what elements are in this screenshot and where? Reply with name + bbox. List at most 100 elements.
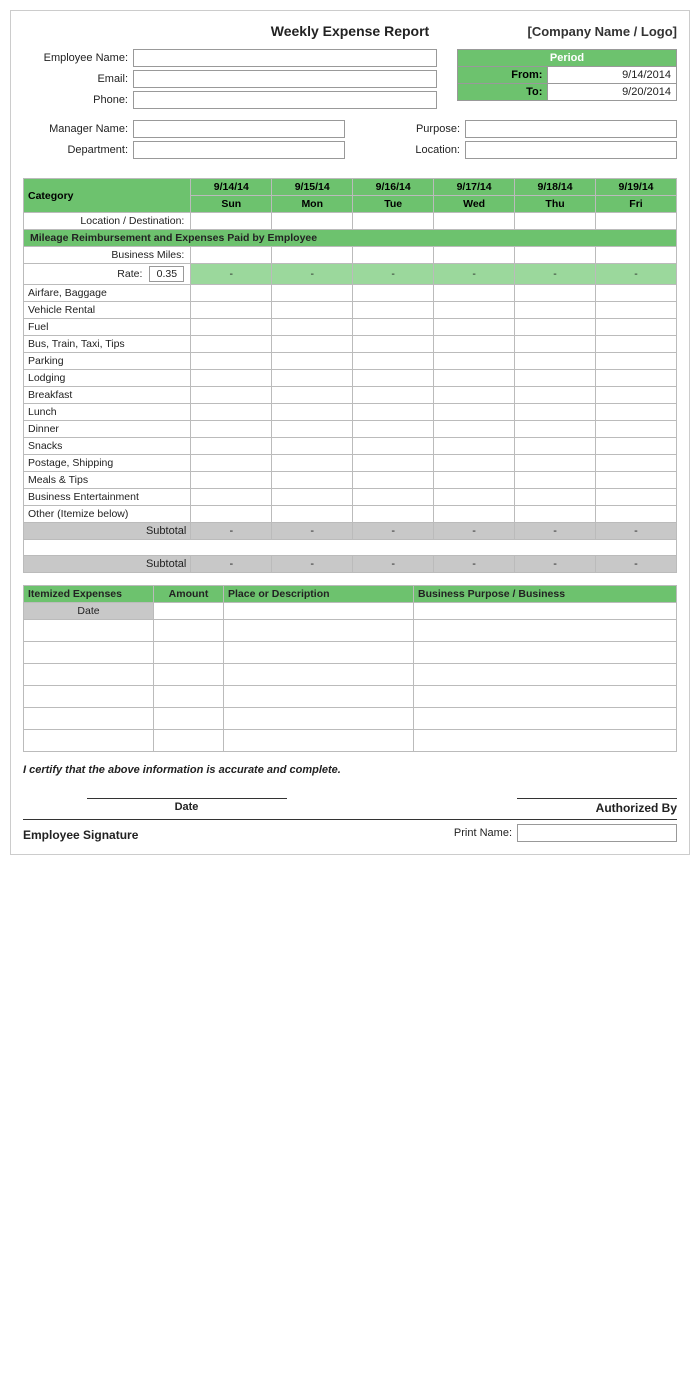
phone-input[interactable]	[133, 91, 437, 109]
rate-wed: -	[434, 264, 515, 285]
location-sun[interactable]	[191, 213, 272, 230]
signature-section: Employee Signature Print Name:	[23, 819, 677, 842]
certification-text: I certify that the above information is …	[23, 764, 677, 776]
item-date-4[interactable]	[24, 686, 154, 708]
item-date-3[interactable]	[24, 664, 154, 686]
item-purpose-5[interactable]	[414, 708, 677, 730]
rate-sun: -	[191, 264, 272, 285]
from-value: 9/14/2014	[548, 67, 677, 84]
item-place-6[interactable]	[224, 730, 414, 752]
period-header: Period	[458, 50, 677, 67]
subtotal-1-thu: -	[515, 523, 596, 540]
item-purpose-1[interactable]	[414, 620, 677, 642]
item-place-2[interactable]	[224, 642, 414, 664]
date-col-4: 9/18/14	[515, 179, 596, 196]
item-purpose-4[interactable]	[414, 686, 677, 708]
subtotal-2-tue: -	[353, 556, 434, 573]
cat-4: Parking	[24, 353, 191, 370]
rate-fri: -	[596, 264, 677, 285]
cat-9: Snacks	[24, 438, 191, 455]
employee-sig-label: Employee Signature	[23, 828, 138, 842]
cat-8: Dinner	[24, 421, 191, 438]
item-place-1[interactable]	[224, 620, 414, 642]
email-input[interactable]	[133, 70, 437, 88]
subtotal-2-mon: -	[272, 556, 353, 573]
item-date-5[interactable]	[24, 708, 154, 730]
phone-label: Phone:	[23, 94, 133, 106]
date-col-header: Date	[24, 603, 154, 620]
miles-wed[interactable]	[434, 247, 515, 264]
department-label: Department:	[23, 144, 133, 156]
authorized-by-label: Authorized By	[596, 801, 677, 815]
item-purpose-6[interactable]	[414, 730, 677, 752]
to-label: To:	[458, 84, 548, 101]
cat-11: Meals & Tips	[24, 472, 191, 489]
print-name-input[interactable]	[517, 824, 677, 842]
date-col-5: 9/19/14	[596, 179, 677, 196]
item-place-5[interactable]	[224, 708, 414, 730]
page-title: Weekly Expense Report	[203, 23, 497, 39]
miles-tue[interactable]	[353, 247, 434, 264]
department-input[interactable]	[133, 141, 345, 159]
item-amount-3[interactable]	[154, 664, 224, 686]
rate-value[interactable]: 0.35	[149, 266, 184, 282]
location-wed[interactable]	[434, 213, 515, 230]
date-col-0: 9/14/14	[191, 179, 272, 196]
purpose-col-header: Business Purpose / Business	[414, 586, 677, 603]
manager-input[interactable]	[133, 120, 345, 138]
miles-mon[interactable]	[272, 247, 353, 264]
item-date-6[interactable]	[24, 730, 154, 752]
cat-6: Breakfast	[24, 387, 191, 404]
cat-7: Lunch	[24, 404, 191, 421]
location-input[interactable]	[465, 141, 677, 159]
email-label: Email:	[23, 73, 133, 85]
location-label: Location:	[355, 144, 465, 156]
rate-mon: -	[272, 264, 353, 285]
employee-name-input[interactable]	[133, 49, 437, 67]
cat-0: Airfare, Baggage	[24, 285, 191, 302]
item-amount-2[interactable]	[154, 642, 224, 664]
date-col-1: 9/15/14	[272, 179, 353, 196]
subtotal-1-wed: -	[434, 523, 515, 540]
item-purpose-3[interactable]	[414, 664, 677, 686]
location-destination-label: Location / Destination:	[24, 213, 191, 230]
item-place-4[interactable]	[224, 686, 414, 708]
rate-thu: -	[515, 264, 596, 285]
company-name: [Company Name / Logo]	[497, 24, 677, 39]
miles-fri[interactable]	[596, 247, 677, 264]
item-date-1[interactable]	[24, 620, 154, 642]
purpose-input[interactable]	[465, 120, 677, 138]
mileage-section-header: Mileage Reimbursement and Expenses Paid …	[24, 230, 677, 247]
item-amount-4[interactable]	[154, 686, 224, 708]
category-header: Category	[24, 179, 191, 213]
subtotal-2-wed: -	[434, 556, 515, 573]
from-label: From:	[458, 67, 548, 84]
item-place-3[interactable]	[224, 664, 414, 686]
item-amount-1[interactable]	[154, 620, 224, 642]
location-fri[interactable]	[596, 213, 677, 230]
item-date-2[interactable]	[24, 642, 154, 664]
place-col-header: Place or Description	[224, 586, 414, 603]
subtotal-1-sun: -	[191, 523, 272, 540]
cat-5: Lodging	[24, 370, 191, 387]
location-mon[interactable]	[272, 213, 353, 230]
item-amount-5[interactable]	[154, 708, 224, 730]
rate-tue: -	[353, 264, 434, 285]
cat-2: Fuel	[24, 319, 191, 336]
date-col-3: 9/17/14	[434, 179, 515, 196]
location-tue[interactable]	[353, 213, 434, 230]
cat-12: Business Entertainment	[24, 489, 191, 506]
rate-label: Rate: 0.35	[24, 264, 191, 285]
miles-sun[interactable]	[191, 247, 272, 264]
cat-10: Postage, Shipping	[24, 455, 191, 472]
subtotal-2-thu: -	[515, 556, 596, 573]
item-amount-6[interactable]	[154, 730, 224, 752]
location-thu[interactable]	[515, 213, 596, 230]
business-miles-label: Business Miles:	[24, 247, 191, 264]
subtotal-1-tue: -	[353, 523, 434, 540]
manager-label: Manager Name:	[23, 123, 133, 135]
miles-thu[interactable]	[515, 247, 596, 264]
employee-name-label: Employee Name:	[23, 52, 133, 64]
item-purpose-2[interactable]	[414, 642, 677, 664]
day-col-4: Thu	[515, 196, 596, 213]
